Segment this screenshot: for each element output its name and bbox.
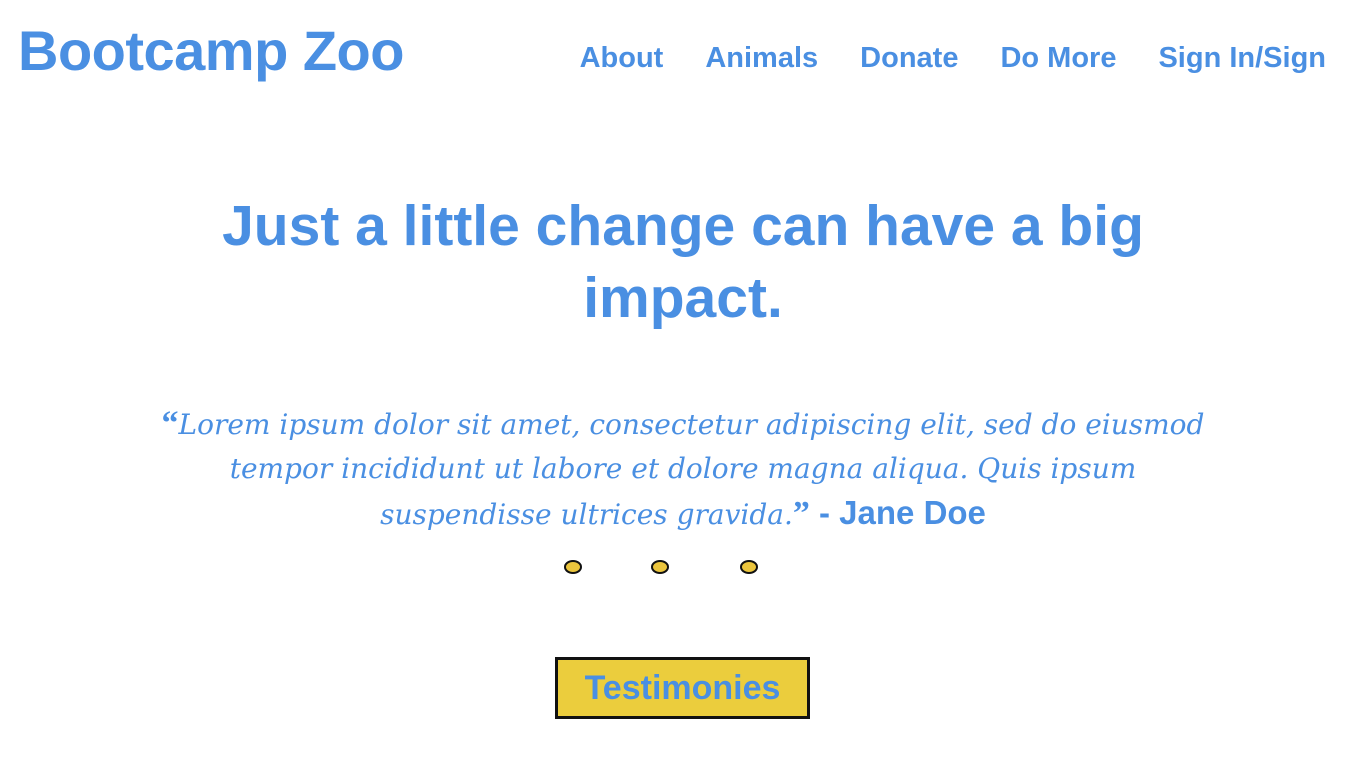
nav-link-do-more[interactable]: Do More: [1000, 42, 1116, 74]
nav-item-sign-in: Sign In/Sign: [1158, 36, 1326, 80]
close-quote-mark: ”: [792, 495, 810, 532]
hero-headline: Just a little change can have a big impa…: [222, 194, 1144, 330]
nav-item-do-more: Do More: [1000, 36, 1116, 80]
nav-link-sign-in[interactable]: Sign In/Sign: [1158, 42, 1326, 74]
nav-item-animals: Animals: [705, 36, 818, 80]
nav-link-donate[interactable]: Donate: [860, 42, 958, 74]
testimonial-author: - Jane Doe: [809, 494, 986, 531]
nav-link-about[interactable]: About: [580, 42, 664, 74]
page: Bootcamp Zoo About Animals Donate Do Mor…: [0, 0, 1366, 768]
carousel-dot-2[interactable]: [651, 560, 669, 574]
nav-link-animals[interactable]: Animals: [705, 42, 818, 74]
nav-item-about: About: [580, 36, 664, 80]
site-logo[interactable]: Bootcamp Zoo: [18, 16, 404, 86]
carousel-indicators: [0, 560, 1366, 578]
open-quote-mark: “: [161, 405, 179, 442]
main-nav: About Animals Donate Do More Sign In/Sig…: [580, 36, 1326, 80]
carousel-dot-1[interactable]: [564, 560, 582, 574]
nav-item-donate: Donate: [860, 36, 958, 80]
testimonial-text: Lorem ipsum dolor sit amet, consectetur …: [178, 408, 1205, 531]
testimonies-button[interactable]: Testimonies: [555, 657, 810, 719]
carousel-dot-3[interactable]: [740, 560, 758, 574]
testimonial-quote: “Lorem ipsum dolor sit amet, consectetur…: [160, 402, 1206, 537]
